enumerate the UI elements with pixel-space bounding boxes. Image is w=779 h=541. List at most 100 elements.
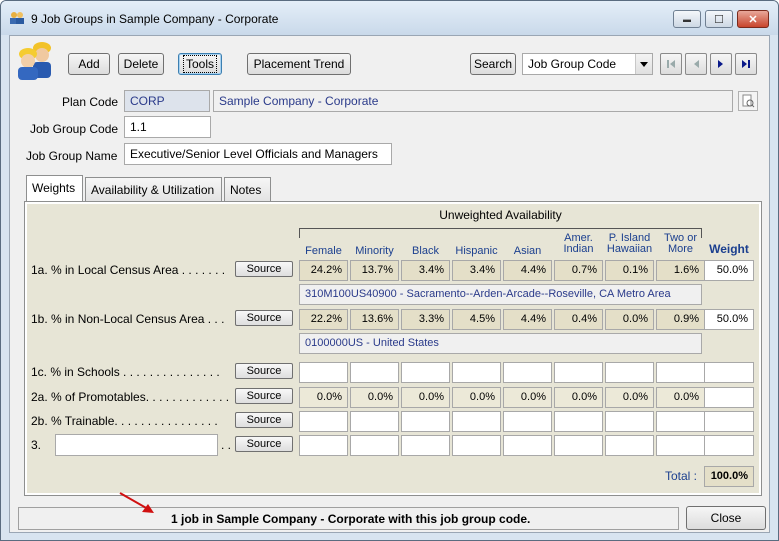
row-5-value-cell[interactable] xyxy=(350,411,399,432)
row-5-value-cell[interactable] xyxy=(656,411,705,432)
row-5-value-cell[interactable] xyxy=(503,411,552,432)
row-1-value-cell[interactable]: 4.4% xyxy=(503,260,552,281)
row-2-value-cell[interactable]: 4.4% xyxy=(503,309,552,330)
row-6-weight-input[interactable] xyxy=(704,435,754,456)
row-2-value-cell[interactable]: 0.4% xyxy=(554,309,603,330)
job-group-name-input[interactable]: Executive/Senior Level Officials and Man… xyxy=(124,143,392,165)
row-4-value-cell[interactable]: 0.0% xyxy=(350,387,399,408)
row-2-value-cell[interactable]: 3.3% xyxy=(401,309,450,330)
row-6-source-button[interactable]: Source xyxy=(235,436,293,452)
row-6-value-cell[interactable] xyxy=(350,435,399,456)
column-header-amer-indian: Amer. Indian xyxy=(563,232,594,255)
row-3-value-cell[interactable] xyxy=(656,362,705,383)
last-record-button[interactable] xyxy=(735,53,757,75)
row-3-value-cell[interactable] xyxy=(452,362,501,383)
row-4-value-cell[interactable]: 0.0% xyxy=(554,387,603,408)
row-1-value-cell[interactable]: 0.7% xyxy=(554,260,603,281)
row-1-source-button[interactable]: Source xyxy=(235,261,293,277)
column-header-black: Black xyxy=(412,245,439,257)
row-3-weight-input[interactable] xyxy=(704,362,754,383)
row-3-source-button[interactable]: Source xyxy=(235,363,293,379)
row-5-value-cell[interactable] xyxy=(401,411,450,432)
row-6-value-cell[interactable] xyxy=(554,435,603,456)
row-1-weight-input[interactable]: 50.0% xyxy=(704,260,754,281)
row-1-value-cell[interactable]: 1.6% xyxy=(656,260,705,281)
weights-panel-body: Unweighted Availability Female Minority Bl… xyxy=(27,204,759,493)
row-3-value-cell[interactable] xyxy=(350,362,399,383)
placement-trend-button[interactable]: Placement Trend xyxy=(247,53,351,75)
row-2-value-cell[interactable]: 22.2% xyxy=(299,309,348,330)
close-window-button[interactable]: ✕ xyxy=(737,10,769,28)
row-2-weight-input[interactable]: 50.0% xyxy=(704,309,754,330)
row-3-value-cell[interactable] xyxy=(401,362,450,383)
row-6-value-cell[interactable] xyxy=(299,435,348,456)
row-3-value-cell[interactable] xyxy=(299,362,348,383)
row-5-value-cell[interactable] xyxy=(299,411,348,432)
tools-button[interactable]: Tools xyxy=(178,53,222,75)
next-icon xyxy=(718,60,723,68)
search-field-select[interactable]: Job Group Code xyxy=(522,53,653,75)
delete-button[interactable]: Delete xyxy=(118,53,164,75)
previous-record-button[interactable] xyxy=(685,53,707,75)
row-5-weight-input[interactable] xyxy=(704,411,754,432)
row-1-label: 1a. % in Local Census Area . . . . . . . xyxy=(31,263,226,277)
title-bar[interactable]: 9 Job Groups in Sample Company - Corpora… xyxy=(1,1,778,35)
row-2-source-button[interactable]: Source xyxy=(235,310,293,326)
minimize-button[interactable]: ▬ xyxy=(673,10,701,28)
search-button[interactable]: Search xyxy=(470,53,516,75)
job-group-name-label: Job Group Name xyxy=(26,149,118,163)
row-1-census-area: 310M100US40900 - Sacramento--Arden-Arcad… xyxy=(299,284,702,305)
row-5-value-cell[interactable] xyxy=(605,411,654,432)
row-6-value-cell[interactable] xyxy=(605,435,654,456)
row-1-value-cell[interactable]: 13.7% xyxy=(350,260,399,281)
row-4-weight-input[interactable] xyxy=(704,387,754,408)
maximize-button[interactable]: ☐ xyxy=(705,10,733,28)
next-record-button[interactable] xyxy=(710,53,732,75)
row-6-value-cell[interactable] xyxy=(401,435,450,456)
row-1-value-cell[interactable]: 3.4% xyxy=(401,260,450,281)
tab-availability-utilization[interactable]: Availability & Utilization xyxy=(85,177,222,201)
row-4-value-cell[interactable]: 0.0% xyxy=(605,387,654,408)
row-3-label: 1c. % in Schools . . . . . . . . . . . .… xyxy=(31,365,220,379)
add-button[interactable]: Add xyxy=(68,53,110,75)
row-6-value-cell[interactable] xyxy=(452,435,501,456)
row-2-value-cell[interactable]: 0.9% xyxy=(656,309,705,330)
row-4-value-cell[interactable]: 0.0% xyxy=(401,387,450,408)
job-group-code-input[interactable]: 1.1 xyxy=(124,116,211,138)
row-1-value-cell[interactable]: 24.2% xyxy=(299,260,348,281)
row-4-value-cell[interactable]: 0.0% xyxy=(299,387,348,408)
chevron-down-icon[interactable] xyxy=(635,54,652,74)
row-3-value-cell[interactable] xyxy=(554,362,603,383)
row-4-value-cell[interactable]: 0.0% xyxy=(656,387,705,408)
row-4-source-button[interactable]: Source xyxy=(235,388,293,404)
row-2-value-cell[interactable]: 0.0% xyxy=(605,309,654,330)
plan-name-field: Sample Company - Corporate xyxy=(213,90,733,112)
row-4-value-cell[interactable]: 0.0% xyxy=(452,387,501,408)
row-1-value-cell[interactable]: 0.1% xyxy=(605,260,654,281)
pointer-arrow-icon xyxy=(119,492,154,513)
row-2-value-cell[interactable]: 13.6% xyxy=(350,309,399,330)
row-5-value-cell[interactable] xyxy=(554,411,603,432)
row-5-label: 2b. % Trainable. . . . . . . . . . . . .… xyxy=(31,414,218,428)
plan-code-label: Plan Code xyxy=(62,95,119,109)
tab-notes[interactable]: Notes xyxy=(224,177,271,201)
row-4-value-cell[interactable]: 0.0% xyxy=(503,387,552,408)
row-3-value-cell[interactable] xyxy=(503,362,552,383)
first-record-button[interactable] xyxy=(660,53,682,75)
row-1-value-cell[interactable]: 3.4% xyxy=(452,260,501,281)
row-5-source-button[interactable]: Source xyxy=(235,412,293,428)
main-window: 9 Job Groups in Sample Company - Corpora… xyxy=(0,0,779,541)
tab-weights[interactable]: Weights xyxy=(26,175,83,201)
weight-column-header: Weight xyxy=(709,242,749,256)
plan-lookup-button[interactable] xyxy=(738,91,758,111)
document-search-icon xyxy=(742,94,755,108)
row-2-label: 1b. % in Non-Local Census Area . . . xyxy=(31,312,225,326)
row-2-value-cell[interactable]: 4.5% xyxy=(452,309,501,330)
close-button[interactable]: Close xyxy=(686,506,766,530)
job-group-code-label: Job Group Code xyxy=(30,122,119,136)
custom-row-input[interactable] xyxy=(55,434,218,456)
row-6-value-cell[interactable] xyxy=(503,435,552,456)
row-6-value-cell[interactable] xyxy=(656,435,705,456)
row-5-value-cell[interactable] xyxy=(452,411,501,432)
row-3-value-cell[interactable] xyxy=(605,362,654,383)
